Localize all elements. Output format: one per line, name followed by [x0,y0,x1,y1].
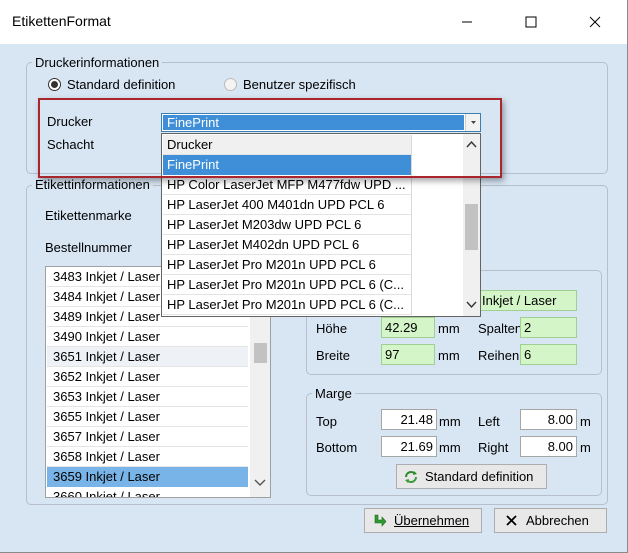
dropdown-scrollbar[interactable] [463,134,480,316]
printer-label: Drucker [47,114,93,129]
dropdown-item[interactable]: HP LaserJet M203dw UPD PCL 6 [163,215,411,235]
height-label: Höhe [316,321,348,336]
dropdown-item[interactable]: HP LaserJet Pro M201n UPD PCL 6 (C... [163,275,411,295]
list-item[interactable]: 3660 Inkjet / Laser [47,487,248,497]
dropdown-item-fineprint[interactable]: FinePrint [163,155,411,175]
dropdown-scrollbar-thumb[interactable] [465,204,478,250]
printer-combobox-arrow[interactable] [465,114,480,131]
margin-left-label: Left [478,414,500,429]
margin-left-field[interactable]: 8.00 [520,409,577,430]
close-icon [506,515,517,526]
maximize-button[interactable] [508,0,554,44]
window-title: EtikettenFormat [12,13,111,29]
apply-button[interactable]: Übernehmen [364,508,482,533]
order-number-label: Bestellnummer [45,240,132,255]
margin-top-label: Top [316,414,337,429]
list-scrollbar-thumb[interactable] [254,343,267,363]
width-label: Breite [316,348,350,363]
margin-right-unit: m [580,440,591,455]
brand-label: Etikettenmarke [45,208,132,223]
margin-group-label: Marge [312,386,355,401]
chevron-down-icon [471,121,476,124]
columns-field[interactable]: 2 [520,317,577,338]
list-item[interactable]: 3490 Inkjet / Laser [47,327,248,347]
height-field[interactable]: 42.29 [381,317,435,338]
etikettenformat-dialog: EtikettenFormat Druckerinformationen Sta… [0,0,628,553]
margin-right-label: Right [478,440,509,455]
close-icon [589,16,601,28]
list-item[interactable]: 3655 Inkjet / Laser [47,407,248,427]
margin-right-field[interactable]: 8.00 [520,436,577,457]
printer-combobox[interactable]: FinePrint [161,113,481,132]
list-item[interactable]: 3651 Inkjet / Laser [47,347,248,367]
printer-info-group-label: Druckerinformationen [32,55,163,70]
margin-top-unit: mm [439,414,461,429]
dropdown-item-drucker[interactable]: Drucker [163,135,411,155]
label-info-group-label: Etikettinformationen [32,177,153,192]
printer-combobox-value: FinePrint [163,115,464,130]
chevron-down-icon[interactable] [250,475,270,491]
list-item-selected[interactable]: 3659 Inkjet / Laser [47,467,248,487]
chevron-up-icon[interactable] [463,137,480,153]
minimize-button[interactable] [444,0,490,44]
minimize-icon [462,21,472,23]
list-item[interactable]: 3657 Inkjet / Laser [47,427,248,447]
printer-dropdown-list[interactable]: Drucker FinePrint HP Color LaserJet MFP … [161,133,481,317]
cancel-button[interactable]: Abbrechen [494,508,607,533]
height-unit: mm [438,321,460,336]
margin-bottom-unit: mm [439,440,461,455]
list-item[interactable]: 3653 Inkjet / Laser [47,387,248,407]
dropdown-item[interactable]: HP LaserJet M402dn UPD PCL 6 [163,235,411,255]
columns-label: Spalten [478,321,523,336]
width-field[interactable]: 97 [381,344,435,365]
margin-bottom-label: Bottom [316,440,358,455]
margin-left-unit: m [580,414,591,429]
apply-button-label: Übernehmen [394,513,470,528]
cancel-button-label: Abbrechen [526,513,589,528]
standard-definition-radio[interactable] [48,78,61,91]
label-type-field[interactable]: Inkjet / Laser [478,290,577,311]
chevron-down-icon[interactable] [463,297,480,313]
arrow-down-right-icon [374,514,387,527]
dropdown-item[interactable]: HP LaserJet Pro M201n UPD PCL 6 (C... [163,295,411,315]
custom-radio [224,78,237,91]
standard-definition-button[interactable]: Standard definition [396,464,547,489]
rows-label: Reihen [478,348,520,363]
tray-label: Schacht [47,137,94,152]
dropdown-item[interactable]: HP Color LaserJet MFP M477fdw UPD ... [163,175,411,195]
custom-label: Benutzer spezifisch [243,77,356,92]
standard-definition-button-label: Standard definition [425,469,534,484]
list-item[interactable]: 3658 Inkjet / Laser [47,447,248,467]
dropdown-divider [411,135,412,315]
maximize-icon [525,16,537,28]
list-item[interactable]: 3652 Inkjet / Laser [47,367,248,387]
width-unit: mm [438,348,460,363]
standard-definition-label: Standard definition [67,77,176,92]
margin-top-field[interactable]: 21.48 [381,409,437,430]
margin-bottom-field[interactable]: 21.69 [381,436,437,457]
refresh-icon [405,471,417,483]
dropdown-item[interactable]: HP LaserJet 400 M401dn UPD PCL 6 [163,195,411,215]
title-bar: EtikettenFormat [0,0,627,44]
rows-field[interactable]: 6 [520,344,577,365]
dropdown-item[interactable]: HP LaserJet Pro M201n UPD PCL 6 [163,255,411,275]
close-button[interactable] [572,0,618,44]
